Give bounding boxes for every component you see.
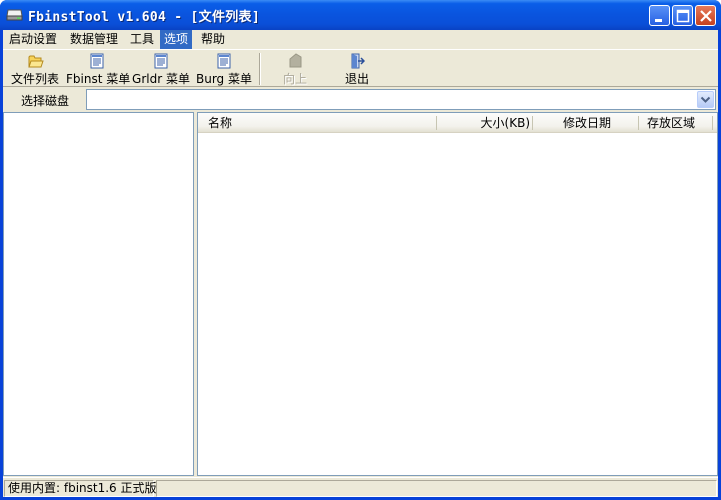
up-button[interactable]: 向上 xyxy=(275,51,315,87)
window-title: FbinstTool v1.604 - [文件列表] xyxy=(28,10,260,25)
file-list-label: 文件列表 xyxy=(10,72,59,86)
status-panel xyxy=(156,480,717,497)
menu-data-management[interactable]: 数据管理 xyxy=(66,30,122,49)
document-icon xyxy=(89,53,105,69)
fbinst-menu-label: Fbinst 菜单 xyxy=(66,72,131,86)
file-list-button[interactable]: 文件列表 xyxy=(8,51,62,87)
column-divider[interactable] xyxy=(638,116,639,130)
grldr-menu-button[interactable]: Grldr 菜单 xyxy=(132,51,190,87)
usb-drive-icon xyxy=(6,7,23,22)
column-divider[interactable] xyxy=(436,116,437,130)
menu-tools[interactable]: 工具 xyxy=(126,30,158,49)
file-list-pane[interactable]: 名称 大小(KB) 修改日期 存放区域 xyxy=(197,112,718,476)
disk-select-label: 选择磁盘 xyxy=(21,94,70,108)
title-bar[interactable]: FbinstTool v1.604 - [文件列表] xyxy=(0,0,721,30)
toolbar: 文件列表 Fbinst 菜单 Grldr 菜单 Burg 菜单 向上 退出 xyxy=(3,49,718,87)
app-window: FbinstTool v1.604 - [文件列表] 启动设置 数据管理 工具 … xyxy=(0,0,721,500)
folder-tree-pane[interactable] xyxy=(3,112,194,476)
folder-open-icon xyxy=(28,53,44,69)
column-header-name[interactable]: 名称 xyxy=(208,113,232,133)
status-text: 使用内置: fbinst1.6 正式版 xyxy=(4,480,157,497)
up-arrow-icon xyxy=(287,53,303,69)
document-icon xyxy=(216,53,232,69)
column-header-storage-area[interactable]: 存放区域 xyxy=(647,113,695,133)
disk-select-combobox[interactable] xyxy=(86,89,716,110)
menu-options[interactable]: 选项 xyxy=(160,30,193,49)
column-header-modified-date[interactable]: 修改日期 xyxy=(563,113,611,133)
disk-row: 选择磁盘 xyxy=(3,87,718,112)
burg-menu-label: Burg 菜单 xyxy=(196,72,252,86)
document-icon xyxy=(153,53,169,69)
file-list-header: 名称 大小(KB) 修改日期 存放区域 xyxy=(198,113,717,133)
column-header-size[interactable]: 大小(KB) xyxy=(480,113,530,133)
maximize-button[interactable] xyxy=(672,5,693,26)
exit-button[interactable]: 退出 xyxy=(337,51,377,87)
exit-label: 退出 xyxy=(344,72,369,86)
column-divider[interactable] xyxy=(712,116,713,130)
menu-boot-settings[interactable]: 启动设置 xyxy=(5,30,61,49)
close-button[interactable] xyxy=(695,5,716,26)
toolbar-separator xyxy=(259,53,261,85)
client-area: 启动设置 数据管理 工具 选项 帮助 文件列表 Fbinst 菜单 Grldr … xyxy=(3,30,718,497)
menu-bar: 启动设置 数据管理 工具 选项 帮助 xyxy=(3,30,718,49)
burg-menu-button[interactable]: Burg 菜单 xyxy=(194,51,254,87)
minimize-button[interactable] xyxy=(649,5,670,26)
status-bar: 使用内置: fbinst1.6 正式版 xyxy=(3,477,718,497)
combo-dropdown-button[interactable] xyxy=(697,91,714,108)
up-label: 向上 xyxy=(282,72,307,86)
grldr-menu-label: Grldr 菜单 xyxy=(132,72,190,86)
fbinst-menu-button[interactable]: Fbinst 菜单 xyxy=(66,51,131,87)
chevron-down-icon xyxy=(700,96,711,103)
column-divider[interactable] xyxy=(532,116,533,130)
menu-help[interactable]: 帮助 xyxy=(197,30,229,49)
exit-door-icon xyxy=(349,53,366,69)
